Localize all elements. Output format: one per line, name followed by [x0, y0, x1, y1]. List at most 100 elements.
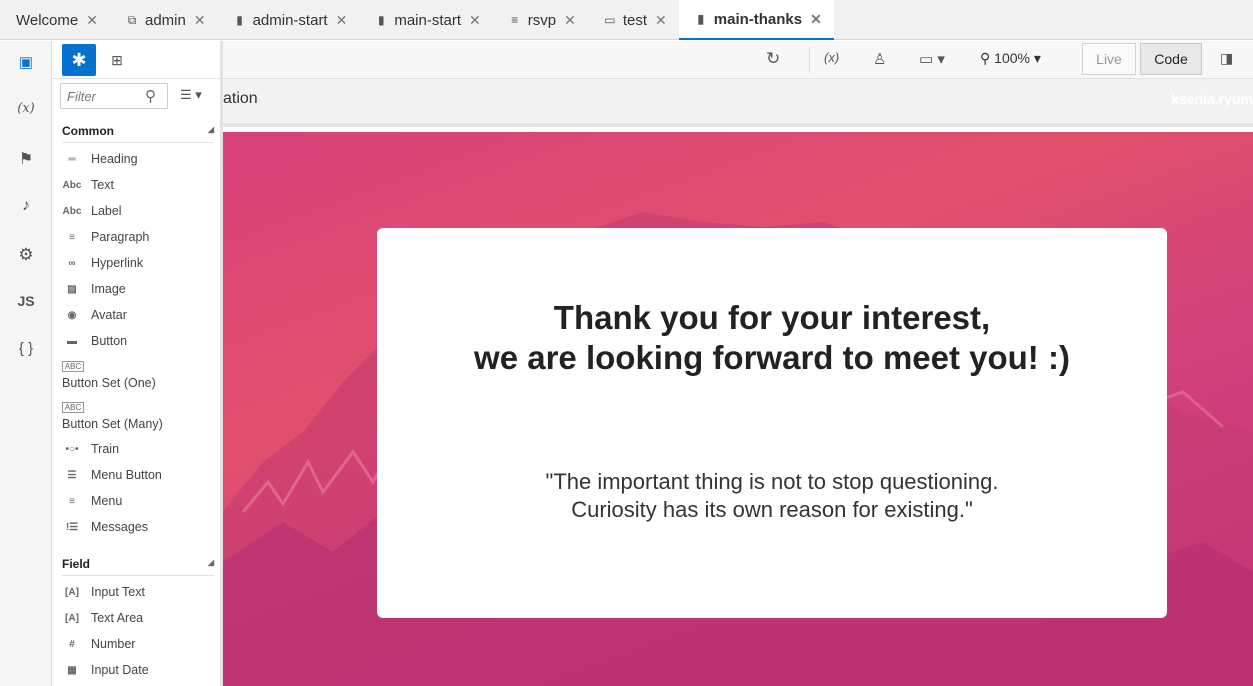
tab-test[interactable]: ▭ test ✕	[588, 0, 679, 40]
item-label: Hyperlink	[91, 256, 144, 270]
palette-item-train[interactable]: •○• Train	[62, 442, 119, 456]
item-label: Button Set (One)	[62, 376, 156, 390]
user-role-icon[interactable]: ♙	[873, 50, 886, 68]
close-icon[interactable]: ✕	[336, 12, 348, 29]
palette-item-number[interactable]: # Number	[62, 637, 135, 651]
tab-main-thanks[interactable]: ▮ main-thanks ✕	[678, 0, 834, 40]
hash-icon: #	[69, 638, 75, 650]
text-icon: Abc	[62, 179, 82, 191]
tab-label: main-thanks	[713, 10, 803, 28]
item-label: Messages	[91, 520, 148, 534]
tab-welcome[interactable]: Welcome ✕	[0, 0, 110, 40]
palette-item-button-set-many[interactable]: ABC Button Set (Many)	[62, 402, 163, 431]
tab-admin[interactable]: ⧉ admin ✕	[110, 0, 218, 40]
close-icon[interactable]: ✕	[810, 11, 822, 28]
json-icon[interactable]: { }	[0, 340, 52, 357]
panel-toggle-icon[interactable]: ◨	[1220, 50, 1233, 67]
palette-item-hyperlink[interactable]: ∞ Hyperlink	[62, 256, 143, 270]
puzzle-icon[interactable]: ✱	[62, 44, 96, 76]
item-label: Button Set (Many)	[62, 417, 163, 431]
user-name[interactable]: ksenia.ryum	[1171, 91, 1253, 107]
page-header: ation ksenia.ryum	[223, 79, 1253, 127]
palette-item-paragraph[interactable]: ≡ Paragraph	[62, 230, 149, 244]
copy-icon: ⧉	[127, 12, 137, 27]
item-label: Text	[91, 178, 114, 192]
device-preview-icon[interactable]: ▭ ▾	[919, 50, 945, 68]
quote-text: "The important thing is not to stop ques…	[377, 468, 1167, 524]
palette-item-menu[interactable]: ≡ Menu	[62, 494, 122, 508]
component-palette: ✱ ⊞ ⚲ ☰ ▾ Common ◢ ═ Heading Abc Text Abc L…	[52, 41, 223, 686]
item-label: Menu Button	[91, 468, 162, 482]
components-icon[interactable]: ▣	[0, 53, 52, 71]
thank-you-heading: Thank you for your interest, we are look…	[377, 298, 1167, 378]
item-label: Heading	[91, 152, 138, 166]
palette-item-input-text[interactable]: [A] Input Text	[62, 585, 145, 599]
filter-input[interactable]	[61, 88, 141, 104]
palette-item-image[interactable]: ▨ Image	[62, 282, 125, 296]
avatar-icon: ◉	[67, 309, 77, 321]
thank-you-card: Thank you for your interest, we are look…	[377, 228, 1167, 618]
tab-label: rsvp	[527, 11, 557, 29]
tab-main-start[interactable]: ▮ main-start ✕	[359, 0, 492, 40]
menu-icon: ≡	[69, 495, 75, 507]
zoom-dropdown[interactable]: ⚲ 100% ▾	[980, 50, 1041, 67]
palette-item-label[interactable]: Abc Label	[62, 204, 122, 218]
section-field[interactable]: Field ◢	[62, 557, 214, 576]
section-common[interactable]: Common ◢	[62, 124, 214, 143]
heading-line-2: we are looking forward to meet you! :)	[474, 339, 1070, 376]
gear-icon[interactable]: ⚙	[0, 245, 52, 265]
code-button[interactable]: Code	[1140, 43, 1202, 75]
variables-icon[interactable]: (x)	[0, 101, 52, 116]
tab-label: Welcome	[16, 11, 79, 29]
calendar-icon: ▦	[67, 664, 77, 676]
palette-item-text-area[interactable]: [A] Text Area	[62, 611, 143, 625]
left-rail: ▣ (x) ⚑ ♪ ⚙ JS { }	[0, 41, 52, 686]
item-label: Button	[91, 334, 128, 348]
close-icon[interactable]: ✕	[86, 12, 98, 29]
list-view-icon[interactable]: ☰ ▾	[180, 87, 202, 103]
bell-icon[interactable]: ♪	[0, 197, 52, 215]
structure-icon[interactable]: ⊞	[100, 44, 134, 76]
palette-item-avatar[interactable]: ◉ Avatar	[62, 308, 127, 322]
palette-item-text[interactable]: Abc Text	[62, 178, 114, 192]
js-icon[interactable]: JS	[0, 293, 52, 309]
link-icon: ∞	[68, 257, 76, 269]
database-icon: ≡	[511, 13, 519, 27]
item-label: Paragraph	[91, 230, 150, 244]
item-label: Number	[91, 637, 136, 651]
palette-item-menu-button[interactable]: ☰ Menu Button	[62, 468, 162, 482]
search-icon[interactable]: ⚲	[145, 87, 156, 105]
menu-button-icon: ☰	[67, 469, 77, 481]
refresh-icon[interactable]: ↻	[766, 49, 780, 69]
tab-rsvp[interactable]: ≡ rsvp ✕	[493, 0, 588, 40]
item-label: Menu	[91, 494, 123, 508]
palette-item-button[interactable]: ▬ Button	[62, 334, 127, 348]
close-icon[interactable]: ✕	[469, 12, 481, 29]
item-label: Input Text	[91, 585, 145, 599]
button-set-icon: ABC	[62, 402, 84, 413]
text-area-icon: [A]	[65, 612, 79, 624]
hero-background: Thank you for your interest, we are look…	[223, 132, 1253, 686]
filter-box: ⚲	[60, 83, 168, 109]
close-icon[interactable]: ✕	[655, 12, 667, 29]
close-icon[interactable]: ✕	[194, 12, 206, 29]
image-icon: ▨	[67, 283, 77, 295]
close-icon[interactable]: ✕	[564, 12, 576, 29]
palette-item-input-date[interactable]: ▦ Input Date	[62, 663, 149, 677]
live-button[interactable]: Live	[1082, 43, 1136, 75]
paragraph-icon: ≡	[69, 231, 75, 243]
tab-admin-start[interactable]: ▮ admin-start ✕	[218, 0, 360, 40]
palette-item-button-set-one[interactable]: ABC Button Set (One)	[62, 361, 156, 390]
tab-label: test	[622, 11, 648, 29]
item-label: Label	[91, 204, 122, 218]
item-label: Input Date	[91, 663, 149, 677]
variables-inspect-icon[interactable]: (x)	[824, 50, 839, 65]
input-text-icon: [A]	[65, 586, 79, 598]
section-title: Common	[62, 124, 114, 138]
collapse-icon: ◢	[207, 558, 214, 567]
palette-item-heading[interactable]: ═ Heading	[62, 152, 138, 166]
flag-icon[interactable]: ⚑	[0, 149, 52, 169]
collapse-icon: ◢	[207, 125, 214, 134]
palette-item-messages[interactable]: !☰ Messages	[62, 520, 148, 534]
palette-toolbar: ✱ ⊞	[52, 41, 220, 79]
